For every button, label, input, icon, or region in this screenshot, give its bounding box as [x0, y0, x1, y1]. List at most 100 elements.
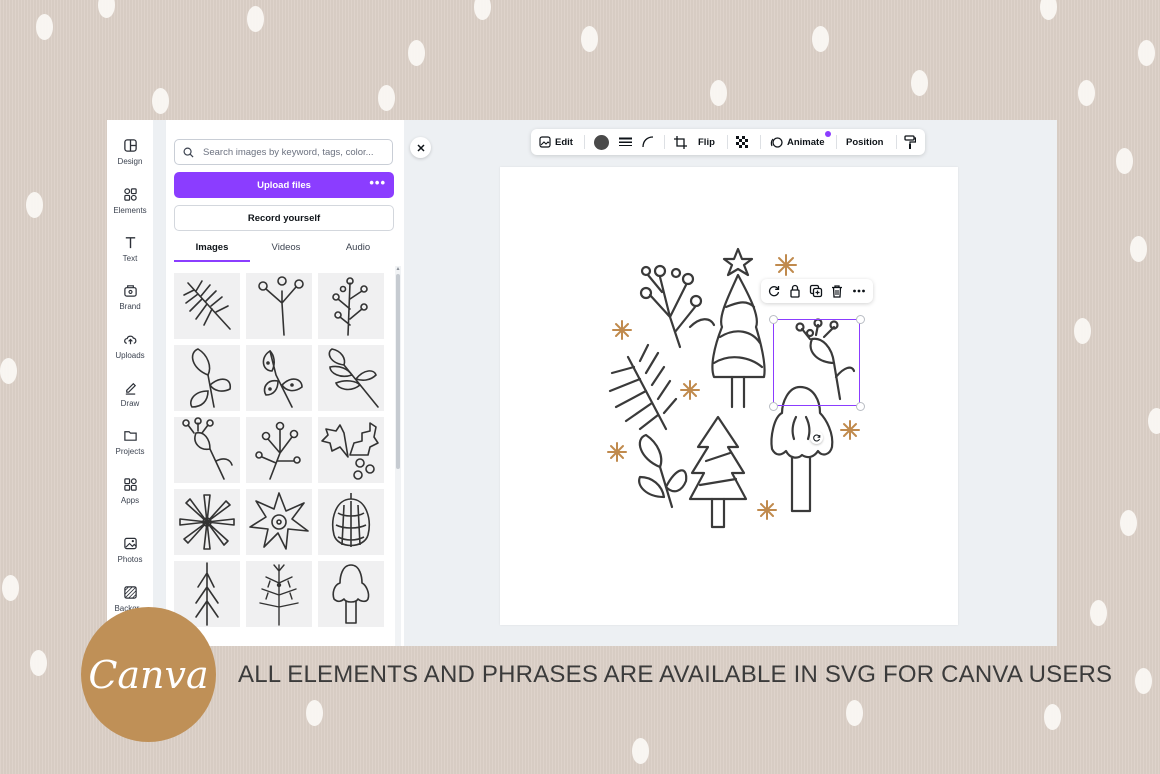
toolbar-divider [664, 135, 665, 149]
canva-logo-badge: Canva [81, 607, 216, 742]
edit-image-icon [539, 136, 551, 148]
corner-rounding-button[interactable] [642, 129, 654, 155]
search-input[interactable] [201, 145, 385, 159]
tab-videos[interactable]: Videos [248, 242, 324, 253]
scroll-thumb[interactable] [396, 274, 400, 469]
design-canvas[interactable] [500, 167, 958, 625]
thumbnail-leafy-branch[interactable] [318, 345, 384, 411]
transparency-icon [736, 135, 748, 148]
design-icon [123, 138, 138, 153]
rotate-icon [812, 434, 820, 441]
selection-box[interactable] [773, 319, 860, 406]
copy-style-button[interactable] [904, 129, 916, 155]
leaf-sprig-element [638, 433, 688, 509]
svg-availability-tagline: ALL ELEMENTS AND PHRASES ARE AVAILABLE I… [238, 661, 1113, 688]
toolbar-divider [584, 135, 585, 149]
lock-icon[interactable] [788, 284, 802, 298]
sidebar-item-apps[interactable]: Apps [107, 477, 153, 505]
tab-audio[interactable]: Audio [320, 242, 396, 253]
media-tabs: Images Videos Audio [174, 238, 389, 264]
canva-editor-window: Design Elements Text Brand Uploads Draw … [107, 120, 1057, 646]
duplicate-icon[interactable] [809, 284, 823, 298]
more-options-icon[interactable] [852, 284, 866, 298]
brand-icon [123, 283, 138, 298]
pine-branch-element [608, 343, 678, 431]
crop-icon [674, 135, 687, 149]
thumbnail-dotted-leaves[interactable] [246, 345, 312, 411]
thumbnail-flower-bud-sprig[interactable] [174, 417, 240, 483]
resize-handle-top-right[interactable] [856, 315, 865, 324]
uploads-panel: Upload files ••• Record yourself Images … [165, 120, 404, 646]
toolbar-divider [727, 135, 728, 149]
sidebar-item-design[interactable]: Design [107, 138, 153, 166]
thumbnail-berry-sprig[interactable] [246, 273, 312, 339]
crop-button[interactable] [674, 129, 687, 155]
tab-images[interactable]: Images [174, 242, 250, 253]
context-toolbar: Edit Flip Animate Position [531, 129, 925, 155]
sidebar-item-projects[interactable]: Projects [107, 428, 153, 456]
resize-handle-top-left[interactable] [769, 315, 778, 324]
resize-handle-bottom-right[interactable] [856, 402, 865, 411]
panel-scrollbar[interactable]: ▴ [395, 266, 401, 646]
triangle-tree-element [688, 415, 748, 529]
thumbnail-pine-branch[interactable] [174, 273, 240, 339]
sidebar-item-text[interactable]: Text [107, 235, 153, 263]
thumbnail-fir-branch-tree[interactable] [246, 561, 312, 627]
thumbnail-leaf-sprig[interactable] [174, 345, 240, 411]
christmas-illustration [607, 247, 860, 529]
text-icon [123, 235, 138, 250]
sidebar-rail: Design Elements Text Brand Uploads Draw … [107, 120, 153, 646]
toolbar-divider [760, 135, 761, 149]
sidebar-item-uploads[interactable]: Uploads [107, 332, 153, 360]
resize-handle-bottom-left[interactable] [769, 402, 778, 411]
sidebar-item-photos[interactable]: Photos [107, 536, 153, 564]
animate-icon [770, 136, 783, 148]
upload-files-button[interactable]: Upload files ••• [174, 172, 394, 198]
thumbnail-rounded-tree[interactable] [318, 561, 384, 627]
paint-roller-icon [904, 135, 916, 149]
close-icon [416, 143, 425, 152]
background-icon [123, 585, 138, 600]
thumbnail-holly-leaves[interactable] [318, 417, 384, 483]
flip-button[interactable]: Flip [698, 129, 715, 155]
transparency-button[interactable] [736, 129, 749, 155]
elements-icon [123, 187, 138, 202]
thumbnail-star-flower[interactable] [174, 489, 240, 555]
rotate-handle[interactable] [810, 431, 823, 444]
animate-button[interactable]: Animate [770, 129, 824, 155]
toolbar-divider [896, 135, 897, 149]
border-style-button[interactable] [619, 129, 632, 155]
sidebar-item-draw[interactable]: Draw [107, 380, 153, 408]
toolbar-divider [836, 135, 837, 149]
trash-icon[interactable] [830, 284, 844, 298]
thumbnail-pinecone[interactable] [318, 489, 384, 555]
animate-new-badge [825, 131, 831, 137]
draw-icon [123, 380, 138, 395]
apps-icon [123, 477, 138, 492]
thumbnail-berry-branch[interactable] [318, 273, 384, 339]
corner-rounding-icon [642, 136, 654, 148]
close-panel-button[interactable] [410, 137, 431, 158]
christmas-tree-element [711, 247, 766, 409]
record-yourself-button[interactable]: Record yourself [174, 205, 394, 231]
sidebar-item-elements[interactable]: Elements [107, 187, 153, 215]
position-button[interactable]: Position [846, 129, 883, 155]
color-swatch [594, 134, 609, 150]
element-quick-actions [761, 279, 873, 303]
edit-image-button[interactable]: Edit [539, 129, 573, 155]
refresh-icon[interactable] [767, 284, 781, 298]
border-style-icon [619, 137, 632, 146]
upload-more-button[interactable]: ••• [369, 176, 386, 189]
berry-sprig-element [639, 264, 716, 349]
search-icon [183, 147, 194, 158]
uploads-icon [123, 332, 138, 347]
thumbnail-berry-cluster[interactable] [246, 417, 312, 483]
search-box[interactable] [174, 139, 393, 165]
photos-icon [123, 536, 138, 551]
sidebar-item-brand[interactable]: Brand [107, 283, 153, 311]
thumbnail-poinsettia[interactable] [246, 489, 312, 555]
color-swatch-button[interactable] [594, 129, 609, 155]
canva-logo: Canva [88, 652, 209, 697]
scroll-up-arrow[interactable]: ▴ [395, 266, 401, 272]
active-tab-indicator [174, 260, 250, 262]
